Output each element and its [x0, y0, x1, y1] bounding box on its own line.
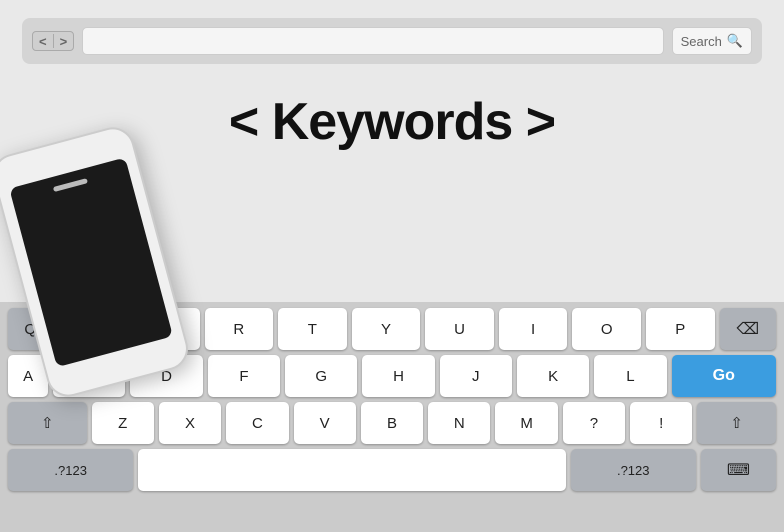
keyboard-row-3: ⇧ Z X C V B N M ? ! ⇧	[8, 402, 776, 444]
keyboard-dismiss-key[interactable]: ⌨	[701, 449, 776, 491]
key-g[interactable]: G	[285, 355, 357, 397]
go-key[interactable]: Go	[672, 355, 776, 397]
key-question[interactable]: ?	[563, 402, 625, 444]
browser-bar: < > Search 🔍	[22, 18, 762, 64]
key-r[interactable]: R	[205, 308, 274, 350]
scene: < > Search 🔍 < Keywords > Q W E R T Y U …	[0, 0, 784, 532]
key-b[interactable]: B	[361, 402, 423, 444]
shift-key-right[interactable]: ⇧	[697, 402, 776, 444]
backspace-key[interactable]: ⌫	[720, 308, 776, 350]
phone-speaker	[52, 178, 87, 192]
shift-key-left[interactable]: ⇧	[8, 402, 87, 444]
backspace-icon: ⌫	[736, 319, 759, 339]
url-bar[interactable]	[82, 27, 663, 55]
key-k[interactable]: K	[517, 355, 589, 397]
forward-button[interactable]: >	[60, 35, 68, 48]
key-h[interactable]: H	[362, 355, 434, 397]
numbers-key-right[interactable]: .?123	[571, 449, 696, 491]
key-exclaim[interactable]: !	[630, 402, 692, 444]
nav-buttons: < >	[32, 31, 74, 51]
spacebar-key[interactable]	[138, 449, 565, 491]
keyboard-dismiss-icon: ⌨	[727, 460, 750, 480]
key-j[interactable]: J	[440, 355, 512, 397]
key-f[interactable]: F	[208, 355, 280, 397]
key-x[interactable]: X	[159, 402, 221, 444]
numbers-key[interactable]: .?123	[8, 449, 133, 491]
key-o[interactable]: O	[572, 308, 641, 350]
search-bar[interactable]: Search 🔍	[672, 27, 752, 55]
key-y[interactable]: Y	[352, 308, 421, 350]
key-n[interactable]: N	[428, 402, 490, 444]
shift-left-icon: ⇧	[41, 414, 54, 432]
key-c[interactable]: C	[226, 402, 288, 444]
key-z[interactable]: Z	[92, 402, 154, 444]
key-l[interactable]: L	[594, 355, 666, 397]
key-m[interactable]: M	[495, 402, 557, 444]
key-t[interactable]: T	[278, 308, 347, 350]
search-label: Search	[681, 34, 722, 49]
keywords-heading: < Keywords >	[229, 92, 555, 152]
key-v[interactable]: V	[294, 402, 356, 444]
back-button[interactable]: <	[39, 35, 47, 48]
shift-right-icon: ⇧	[730, 414, 743, 432]
key-u[interactable]: U	[425, 308, 494, 350]
keyboard-row-4: .?123 .?123 ⌨	[8, 449, 776, 491]
key-p[interactable]: P	[646, 308, 715, 350]
search-icon: 🔍	[727, 33, 743, 49]
key-i[interactable]: I	[499, 308, 568, 350]
